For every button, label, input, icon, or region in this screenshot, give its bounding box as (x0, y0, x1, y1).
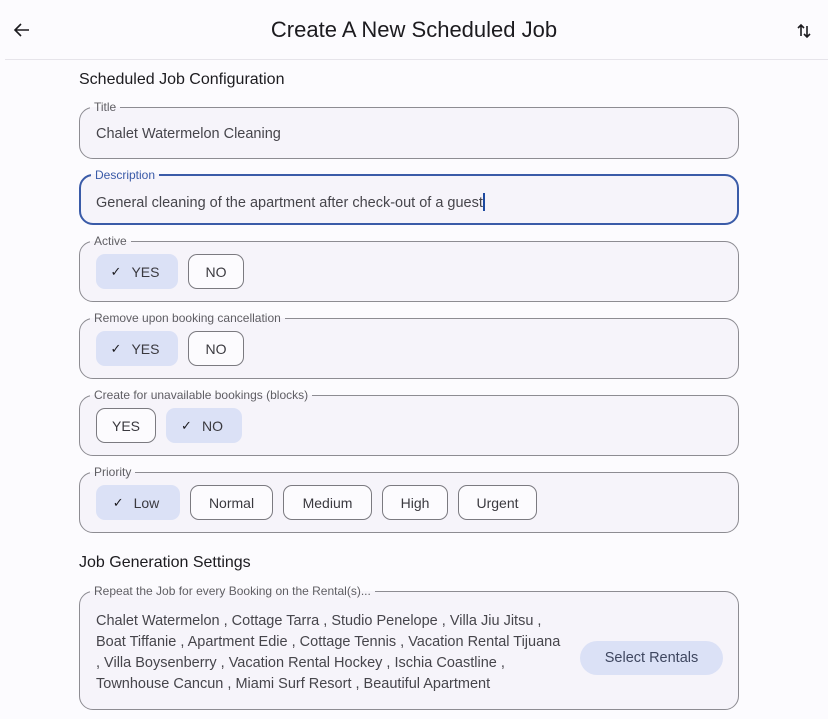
chip-label: NO (205, 340, 227, 357)
priority-normal-chip[interactable]: Normal (190, 485, 273, 520)
chip-label: YES (112, 417, 141, 434)
chip-label: Medium (302, 494, 353, 511)
remove-on-cancel-label: Remove upon booking cancellation (94, 311, 281, 325)
active-field-label: Active (94, 234, 127, 248)
chip-label: NO (205, 263, 227, 280)
priority-high-chip[interactable]: High (382, 485, 448, 520)
description-field-label: Description (95, 168, 156, 182)
check-icon: ✓ (112, 494, 124, 510)
priority-field: Priority ✓ Low Normal Medium High Urgent (79, 466, 739, 533)
check-icon: ✓ (110, 340, 122, 356)
sort-button[interactable] (793, 20, 815, 42)
title-field-label: Title (94, 100, 117, 114)
priority-urgent-chip[interactable]: Urgent (458, 485, 537, 520)
chip-label: Low (133, 494, 160, 511)
chip-label: High (400, 494, 430, 511)
priority-medium-chip[interactable]: Medium (283, 485, 372, 520)
chip-label: Urgent (476, 494, 519, 511)
chip-label: YES (131, 340, 160, 357)
app-bar-divider (5, 59, 828, 60)
swap-vertical-icon (797, 23, 811, 39)
unavailable-bookings-field: Create for unavailable bookings (blocks)… (79, 389, 739, 456)
check-icon: ✓ (181, 417, 192, 433)
unavailable-bookings-yes-chip[interactable]: YES (96, 408, 156, 443)
page-title: Create A New Scheduled Job (270, 17, 558, 42)
app-bar: Create A New Scheduled Job (0, 0, 828, 60)
description-field[interactable]: Description General cleaning of the apar… (79, 169, 739, 225)
unavailable-bookings-label: Create for unavailable bookings (blocks) (94, 388, 309, 402)
section-title-configuration: Scheduled Job Configuration (79, 71, 285, 88)
active-field: Active ✓ YES NO (79, 235, 739, 302)
unavailable-bookings-no-chip[interactable]: ✓ NO (166, 408, 242, 443)
priority-chip-group: ✓ Low Normal Medium High Urgent (96, 485, 537, 520)
rentals-field: Repeat the Job for every Booking on the … (79, 585, 739, 710)
chip-label: YES (131, 263, 160, 280)
rentals-label: Repeat the Job for every Booking on the … (94, 584, 371, 598)
remove-on-cancel-yes-chip[interactable]: ✓ YES (96, 331, 178, 366)
remove-on-cancel-no-chip[interactable]: NO (188, 331, 244, 366)
title-field[interactable]: Title Chalet Watermelon Cleaning (79, 101, 739, 159)
unavailable-bookings-chip-group: YES ✓ NO (96, 408, 242, 443)
active-yes-chip[interactable]: ✓ YES (96, 254, 178, 289)
remove-on-cancel-field: Remove upon booking cancellation ✓ YES NO (79, 312, 739, 379)
chip-label: NO (201, 417, 223, 434)
title-input[interactable]: Chalet Watermelon Cleaning (96, 126, 281, 142)
description-value: General cleaning of the apartment after … (96, 195, 483, 211)
section-title-generation: Job Generation Settings (79, 554, 251, 571)
description-input[interactable]: General cleaning of the apartment after … (96, 193, 485, 211)
rentals-list: Chalet Watermelon , Cottage Tarra , Stud… (96, 613, 561, 692)
text-cursor (482, 193, 485, 211)
active-chip-group: ✓ YES NO (96, 254, 244, 289)
check-icon: ✓ (110, 263, 122, 279)
active-no-chip[interactable]: NO (188, 254, 244, 289)
remove-on-cancel-chip-group: ✓ YES NO (96, 331, 244, 366)
priority-label: Priority (94, 465, 132, 479)
select-rentals-button[interactable]: Select Rentals (580, 641, 723, 675)
chip-label: Normal (208, 494, 255, 511)
priority-low-chip[interactable]: ✓ Low (96, 485, 180, 520)
